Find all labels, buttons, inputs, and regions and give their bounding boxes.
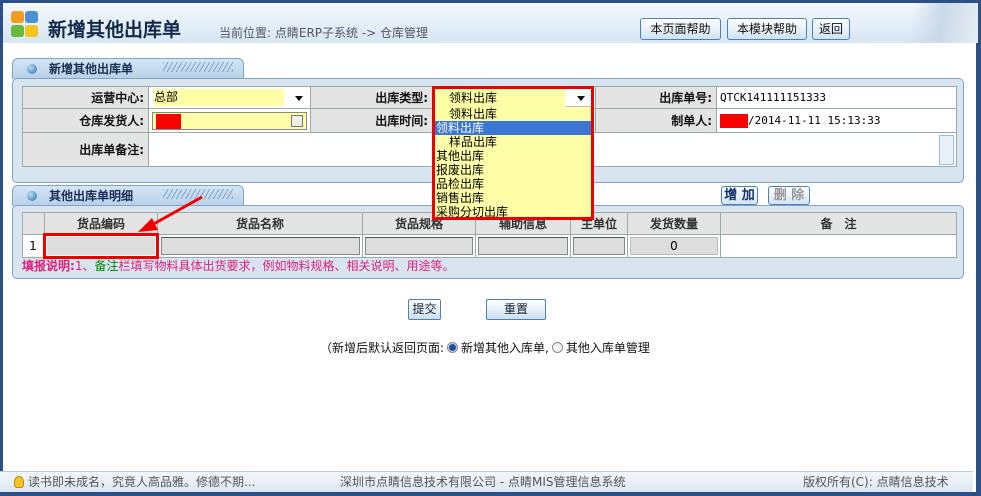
dropdown-option[interactable]: 领料出库 bbox=[435, 121, 591, 135]
chevron-down-icon bbox=[577, 96, 585, 105]
annotation-arrow bbox=[138, 195, 203, 232]
outbound-type-select[interactable]: 领料出库 bbox=[435, 89, 591, 107]
dropdown-option[interactable]: 领料出库 bbox=[435, 107, 591, 121]
dropdown-option[interactable]: 报废出库 bbox=[435, 163, 591, 177]
dropdown-option[interactable]: 样品出库 bbox=[435, 135, 591, 149]
outbound-type-dropdown[interactable]: 领料出库 领料出库 领料出库 样品出库 其他出库 报废出库 品检出库 销售出库 … bbox=[432, 86, 594, 220]
dropdown-option[interactable]: 其他出库 bbox=[435, 149, 591, 163]
dropdown-option[interactable]: 销售出库 bbox=[435, 191, 591, 205]
selected-type: 领料出库 bbox=[435, 89, 565, 107]
dropdown-option[interactable]: 品检出库 bbox=[435, 177, 591, 191]
dropdown-option[interactable]: 采购分切出库 bbox=[435, 205, 591, 219]
